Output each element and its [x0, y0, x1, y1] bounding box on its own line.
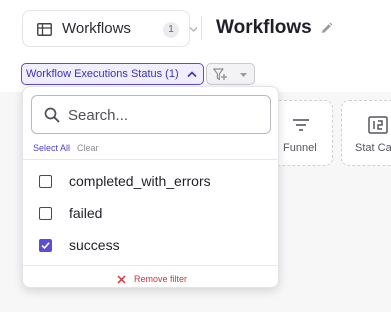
- view-selector[interactable]: Workflows 1: [22, 10, 198, 47]
- search-icon: [44, 107, 60, 123]
- checkmark-icon: [41, 242, 50, 250]
- funnel-icon: [293, 119, 309, 131]
- filter-chip-label: Workflow Executions Status (1): [26, 68, 179, 80]
- option-label: completed_with_errors: [69, 173, 211, 189]
- close-icon: [117, 274, 126, 284]
- funnel-card[interactable]: Funnel: [271, 100, 333, 166]
- chevron-up-icon: [187, 70, 197, 77]
- chevron-down-icon: [189, 27, 198, 32]
- pencil-icon[interactable]: [320, 22, 333, 35]
- caret-down-icon: [240, 73, 247, 77]
- checkbox-checked[interactable]: [39, 239, 52, 252]
- checkbox[interactable]: [39, 207, 52, 220]
- add-filter-button[interactable]: [206, 63, 255, 85]
- divider: [23, 159, 278, 160]
- active-filter-chip[interactable]: Workflow Executions Status (1): [21, 63, 204, 85]
- page-title: Workflows: [216, 17, 312, 38]
- table-icon: [37, 23, 52, 36]
- option-label: success: [69, 237, 120, 253]
- divider: [23, 265, 278, 266]
- option-failed[interactable]: failed: [23, 198, 278, 230]
- filter-dropdown: Select All Clear completed_with_errors f…: [22, 86, 279, 288]
- filter-plus-icon: [213, 68, 227, 81]
- clear-link[interactable]: Clear: [77, 143, 99, 153]
- stat-card[interactable]: Stat Ca: [341, 100, 391, 166]
- remove-filter-button[interactable]: Remove filter: [117, 272, 187, 286]
- option-success[interactable]: success: [23, 230, 278, 262]
- stat-card-icon: [368, 116, 388, 134]
- search-input[interactable]: [68, 104, 264, 126]
- option-completed-with-errors[interactable]: completed_with_errors: [23, 166, 278, 198]
- view-count-badge: 1: [163, 22, 179, 38]
- option-label: failed: [69, 205, 103, 221]
- view-selector-label: Workflows: [62, 20, 131, 37]
- checkbox[interactable]: [39, 175, 52, 188]
- header-divider: [201, 16, 202, 40]
- select-all-link[interactable]: Select All: [33, 143, 70, 153]
- search-field[interactable]: [31, 95, 271, 134]
- remove-filter-label: Remove filter: [134, 274, 188, 284]
- funnel-card-label: Funnel: [283, 142, 317, 154]
- top-bar: Workflows 1 Workflows Workflow Execution…: [0, 0, 391, 92]
- stat-card-label: Stat Ca: [355, 142, 391, 154]
